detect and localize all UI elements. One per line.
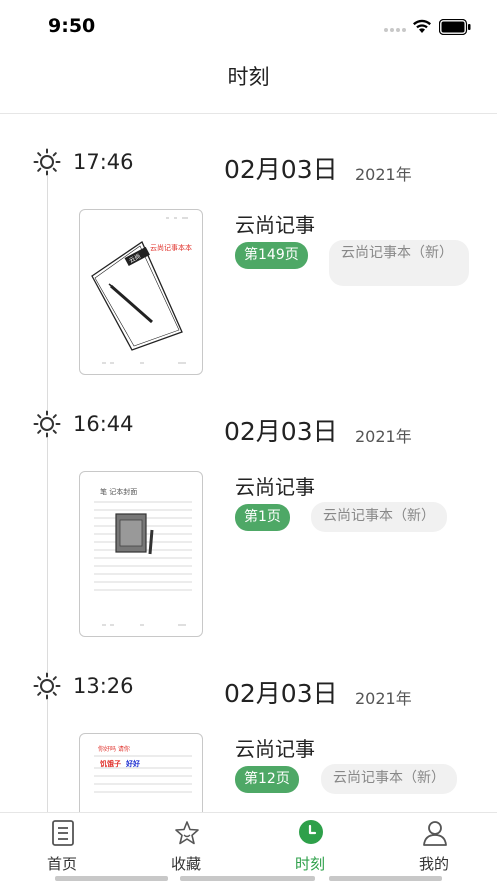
page-badge: 第1页 (235, 504, 290, 531)
note-thumbnail[interactable]: 云尚记事本本 云尚 (79, 209, 203, 375)
entry-title: 云尚记事 (235, 475, 315, 499)
entry-year: 2021年 (355, 689, 412, 708)
star-icon (175, 821, 199, 845)
entry-title: 云尚记事 (235, 737, 315, 761)
tab-profile[interactable]: 我的 (372, 813, 496, 883)
home-indicator (55, 876, 168, 881)
book-icon (52, 820, 74, 846)
page-badge: 第149页 (235, 242, 308, 269)
timeline-entry[interactable]: 16:44 02月03日 2021年 笔 记本封面 云尚记事 第1页 云尚记事本… (0, 376, 497, 638)
notebook-tag[interactable]: 云尚记事本（新） (321, 764, 457, 794)
tab-favorites[interactable]: 收藏 (124, 813, 248, 883)
thumb-red-text: 饥饿子 (100, 759, 121, 768)
tab-moments[interactable]: 时刻 (248, 813, 372, 883)
timeline-list[interactable]: 17:46 02月03日 2021年 云尚记事本本 云尚 云尚记事 第149页 … (0, 114, 497, 812)
entry-year: 2021年 (355, 165, 412, 184)
timeline-entry[interactable]: 13:26 02月03日 2021年 你好吗 请你 饥饿子 好好 云尚记事 第1… (0, 638, 497, 812)
entry-time: 16:44 (73, 412, 134, 436)
note-sketch: 笔 记本封面 (94, 487, 192, 626)
entry-date: 02月03日 (224, 155, 338, 184)
thumb-note-text: 笔 记本封面 (100, 487, 137, 496)
thumb-blue-text: 好好 (125, 759, 140, 768)
signal-dots-icon (384, 28, 406, 32)
entry-title: 云尚记事 (235, 213, 315, 237)
entry-date: 02月03日 (224, 679, 338, 708)
entry-time: 17:46 (73, 150, 134, 174)
timeline-entry[interactable]: 17:46 02月03日 2021年 云尚记事本本 云尚 云尚记事 第149页 … (0, 114, 497, 376)
status-bar: 9:50 (0, 0, 497, 54)
wifi-icon (413, 19, 431, 33)
tab-bar: 首页 收藏 时刻 我的 (0, 812, 497, 883)
notebook-tag[interactable]: 云尚记事本（新） (311, 502, 447, 532)
tab-label: 时刻 (294, 855, 325, 873)
clock-icon (299, 820, 323, 844)
home-indicator (180, 876, 315, 881)
note-sketch: 你好吗 请你 饥饿子 好好 (94, 745, 192, 793)
status-time: 9:50 (48, 15, 96, 37)
note-thumbnail[interactable]: 笔 记本封面 (79, 471, 203, 637)
note-sketch: 云尚记事本本 云尚 (91, 217, 192, 364)
thumb-note-text: 云尚记事本本 (150, 243, 192, 252)
tab-label: 首页 (46, 855, 77, 873)
entry-time: 13:26 (73, 674, 134, 698)
tab-label: 我的 (418, 855, 449, 873)
entry-year: 2021年 (355, 427, 412, 446)
notebook-tag[interactable]: 云尚记事本（新） (329, 240, 469, 286)
sun-icon (33, 672, 61, 700)
page-title: 时刻 (227, 65, 270, 89)
user-icon (423, 821, 447, 846)
battery-icon (439, 19, 471, 35)
nav-header: 时刻 (0, 54, 497, 114)
sun-icon (33, 148, 61, 176)
page-badge: 第12页 (235, 766, 299, 793)
note-thumbnail[interactable]: 你好吗 请你 饥饿子 好好 (79, 733, 203, 812)
entry-date: 02月03日 (224, 417, 338, 446)
tab-label: 收藏 (170, 855, 201, 873)
home-indicator (329, 876, 442, 881)
thumb-note-text: 你好吗 请你 (98, 745, 130, 753)
tab-home[interactable]: 首页 (0, 813, 124, 883)
sun-icon (33, 410, 61, 438)
